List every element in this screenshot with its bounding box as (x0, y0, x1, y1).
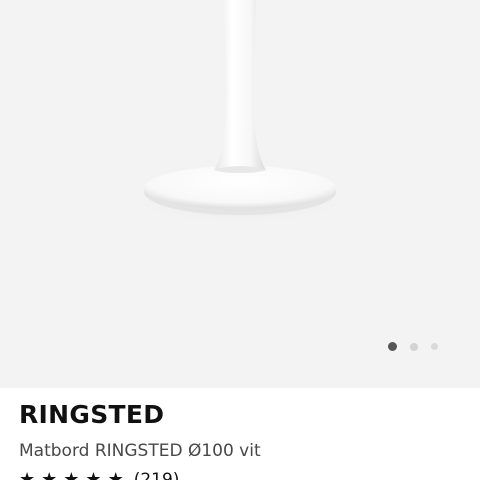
image-pager[interactable] (388, 342, 438, 351)
product-rating[interactable]: ★ ★ ★ ★ ★ (219) (19, 470, 179, 480)
pager-dot[interactable] (410, 342, 418, 351)
pager-dot-active[interactable] (388, 342, 397, 351)
star-icon: ★ (19, 469, 36, 480)
rating-stars: ★ ★ ★ ★ ★ (19, 471, 124, 480)
product-brand-title: RINGSTED (19, 400, 165, 429)
review-count[interactable]: (219) (134, 470, 180, 480)
star-icon: ★ (41, 469, 58, 480)
pager-dot[interactable] (431, 343, 438, 350)
product-screen: RINGSTED Matbord RINGSTED Ø100 vit ★ ★ ★… (0, 0, 480, 480)
product-info: RINGSTED Matbord RINGSTED Ø100 vit ★ ★ ★… (0, 388, 480, 480)
product-image-gallery[interactable] (0, 0, 480, 388)
star-icon: ★ (85, 469, 102, 480)
product-description: Matbord RINGSTED Ø100 vit (19, 441, 261, 461)
product-image (0, 0, 480, 388)
star-icon: ★ (107, 469, 124, 480)
star-icon: ★ (63, 469, 80, 480)
